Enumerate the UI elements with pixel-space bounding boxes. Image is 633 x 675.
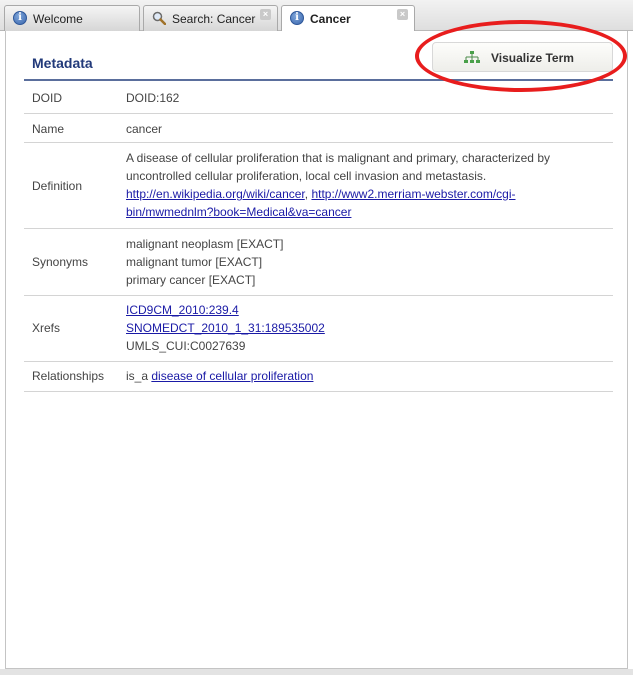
xref-link-icd9cm[interactable]: ICD9CM_2010:239.4: [126, 303, 239, 317]
synonym-item: primary cancer [EXACT]: [126, 273, 256, 287]
tab-label: Cancer: [310, 12, 351, 26]
row-synonyms: Synonyms malignant neoplasm [EXACT] mali…: [24, 229, 613, 296]
xref-umls: UMLS_CUI:C0027639: [126, 339, 246, 353]
definition-text: uncontrolled cellular proliferation, loc…: [126, 169, 487, 183]
row-key: DOID: [32, 91, 62, 105]
row-key: Xrefs: [32, 321, 61, 335]
row-relationships: Relationships is_a disease of cellular p…: [24, 362, 613, 392]
close-icon[interactable]: ×: [260, 9, 271, 20]
row-doid: DOID DOID:162: [24, 81, 613, 114]
row-key: Synonyms: [32, 255, 89, 269]
info-icon: i: [290, 11, 304, 25]
relationship-type: is_a: [126, 369, 149, 383]
tab-label: Welcome: [33, 12, 83, 26]
row-value: ICD9CM_2010:239.4 SNOMEDCT_2010_1_31:189…: [126, 301, 606, 355]
visualize-term-button[interactable]: Visualize Term: [432, 42, 613, 72]
search-icon: [152, 11, 166, 25]
row-value: is_a disease of cellular proliferation: [126, 367, 606, 385]
link-separator: ,: [304, 187, 309, 201]
tab-bar: i Welcome Search: Cancer × i Cancer ×: [0, 0, 633, 32]
section-title: Metadata: [32, 55, 93, 71]
row-value: DOID:162: [126, 91, 180, 105]
xref-link-snomedct[interactable]: SNOMEDCT_2010_1_31:189535002: [126, 321, 325, 335]
synonym-item: malignant tumor [EXACT]: [126, 255, 263, 269]
tab-label: Search: Cancer: [172, 12, 256, 26]
row-value: cancer: [126, 122, 163, 136]
tab-search-cancer[interactable]: Search: Cancer ×: [143, 5, 278, 31]
row-key: Relationships: [32, 369, 105, 383]
row-definition: Definition A disease of cellular prolife…: [24, 143, 613, 229]
tab-cancer[interactable]: i Cancer ×: [281, 5, 415, 32]
row-key: Name: [32, 122, 65, 136]
wikipedia-link[interactable]: http://en.wikipedia.org/wiki/cancer: [126, 187, 305, 201]
definition-text: A disease of cellular proliferation that…: [126, 151, 550, 165]
synonym-item: malignant neoplasm [EXACT]: [126, 237, 284, 251]
row-xrefs: Xrefs ICD9CM_2010:239.4 SNOMEDCT_2010_1_…: [24, 296, 613, 362]
relationship-link[interactable]: disease of cellular proliferation: [151, 369, 313, 383]
visualize-term-label: Visualize Term: [491, 51, 574, 65]
tab-welcome[interactable]: i Welcome: [4, 5, 140, 31]
row-value: malignant neoplasm [EXACT] malignant tum…: [126, 235, 606, 289]
merriam-webster-link-cont[interactable]: bin/mwmednlm?book=Medical&va=cancer: [126, 205, 351, 219]
row-value: A disease of cellular proliferation that…: [126, 149, 606, 221]
hierarchy-icon: [464, 51, 480, 63]
bottom-bar: [0, 669, 633, 675]
merriam-webster-link[interactable]: http://www2.merriam-webster.com/cgi-: [311, 187, 515, 201]
info-icon: i: [13, 11, 27, 25]
row-key: Definition: [32, 179, 83, 193]
close-icon[interactable]: ×: [397, 9, 408, 20]
row-name: Name cancer: [24, 114, 613, 143]
